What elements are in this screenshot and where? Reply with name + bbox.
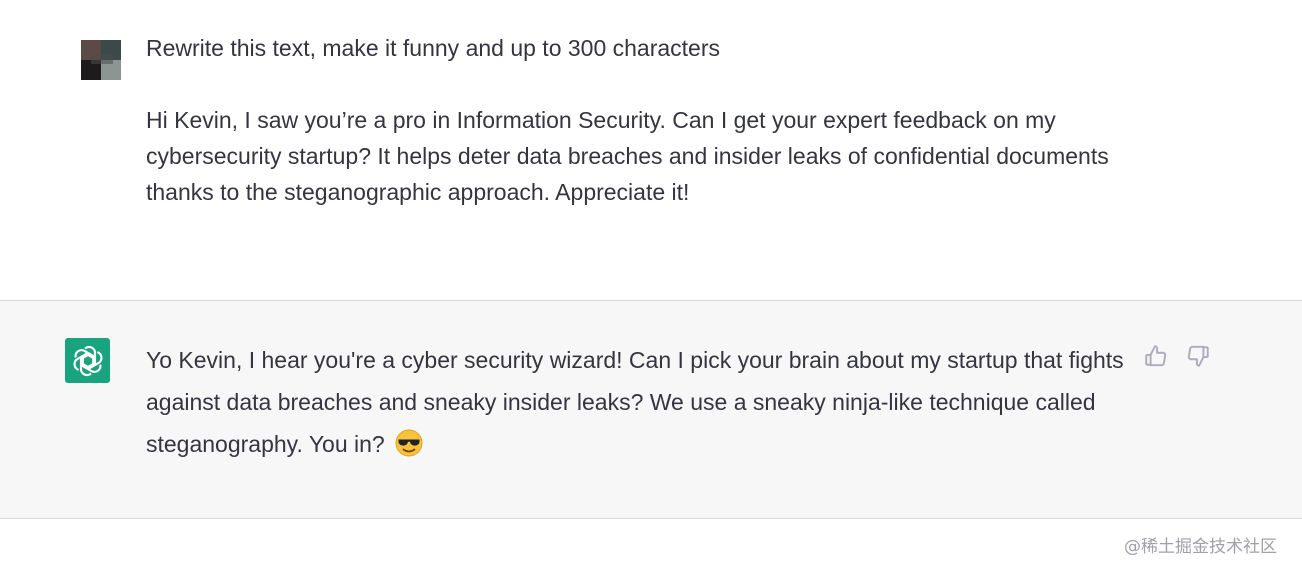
user-avatar [81, 40, 121, 80]
divider [0, 518, 1302, 519]
chatgpt-logo-icon [65, 338, 110, 383]
smiling-face-with-sunglasses-icon [395, 428, 423, 457]
watermark: @稀土掘金技术社区 [1124, 537, 1277, 557]
thumbs-up-icon[interactable] [1143, 343, 1169, 369]
thumbs-down-icon[interactable] [1185, 343, 1211, 369]
assistant-reply: Yo Kevin, I hear you're a cyber security… [146, 347, 1124, 457]
assistant-message-block: Yo Kevin, I hear you're a cyber security… [0, 301, 1302, 518]
assistant-message-text: Yo Kevin, I hear you're a cyber security… [146, 339, 1136, 465]
user-prompt-line: Rewrite this text, make it funny and up … [146, 35, 721, 61]
user-message-text: Rewrite this text, make it funny and up … [146, 30, 1136, 210]
user-prompt-body: Hi Kevin, I saw you’re a pro in Informat… [146, 107, 1109, 205]
user-message-block: Rewrite this text, make it funny and up … [0, 0, 1302, 300]
